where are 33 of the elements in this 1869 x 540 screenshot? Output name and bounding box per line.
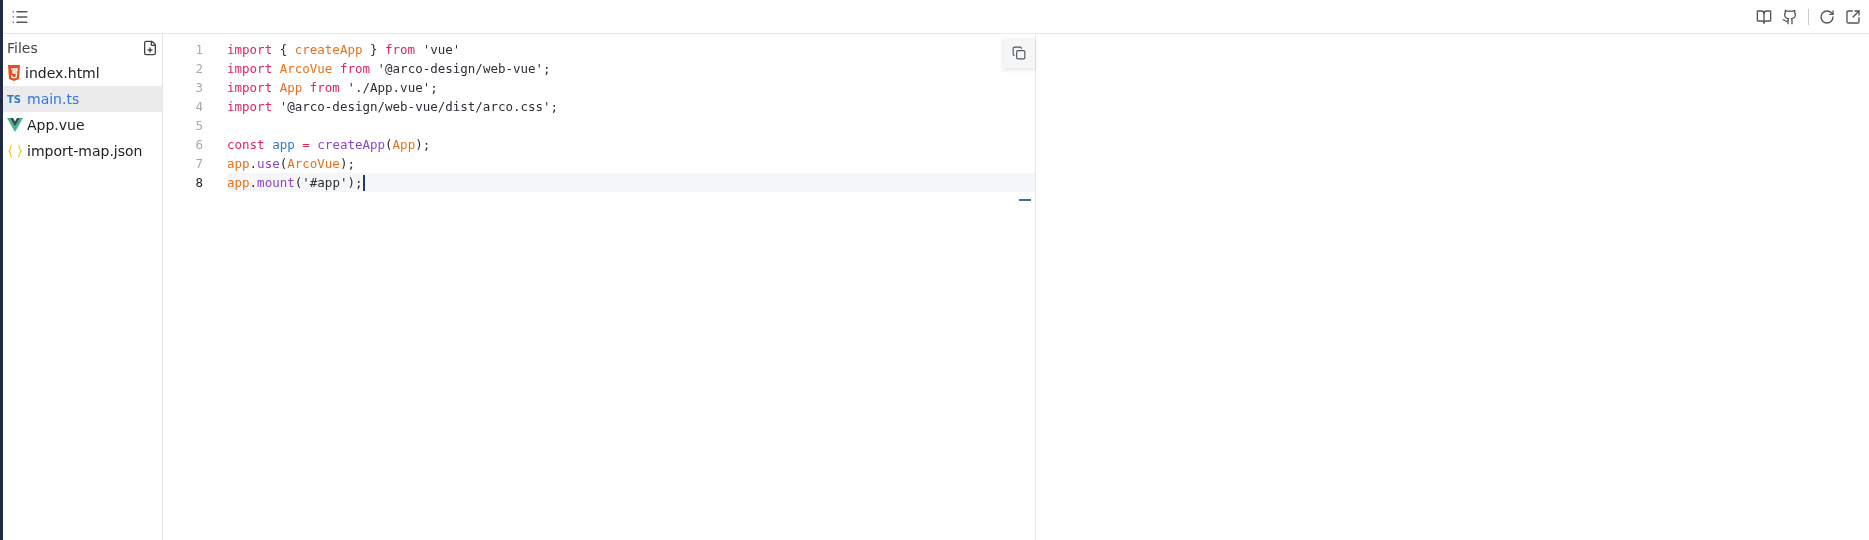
code-line: import '@arco-design/web-vue/dist/arco.css'; xyxy=(227,99,559,114)
files-title: Files xyxy=(7,40,38,56)
code-line: app.use(ArcoVue); xyxy=(227,156,355,171)
file-item[interactable]: TS main.ts xyxy=(3,86,162,112)
vue-logo-icon xyxy=(7,118,23,132)
copy-icon xyxy=(1012,46,1026,60)
typescript-label: TS xyxy=(7,93,23,105)
line-number: 4 xyxy=(194,99,204,114)
github-icon[interactable] xyxy=(1782,8,1798,25)
scrollbar-marker xyxy=(1019,199,1031,201)
text-cursor xyxy=(362,174,365,191)
line-number: 6 xyxy=(194,137,204,152)
line-number: 8 xyxy=(194,175,204,190)
code-line: const app = createApp(App); xyxy=(227,137,431,152)
open-external-icon[interactable] xyxy=(1845,8,1861,25)
code-line: app.mount('#app'); xyxy=(227,175,363,190)
refresh-icon[interactable] xyxy=(1819,8,1835,25)
line-number: 5 xyxy=(194,118,204,133)
line-number: 7 xyxy=(194,156,204,171)
braces-icon xyxy=(7,143,23,159)
line-number: 2 xyxy=(194,61,204,76)
html-file-icon xyxy=(7,65,21,81)
code-line: import App from './App.vue'; xyxy=(227,80,438,95)
code-line: import { createApp } from 'vue' xyxy=(227,42,461,57)
line-number: 3 xyxy=(194,80,204,95)
code-line: import ArcoVue from '@arco-design/web-vue'; xyxy=(227,61,551,76)
new-file-icon[interactable] xyxy=(142,40,158,56)
file-item[interactable]: index.html xyxy=(3,60,162,86)
file-item[interactable]: import-map.json xyxy=(3,138,162,164)
copy-button[interactable] xyxy=(1003,38,1035,68)
line-number: 1 xyxy=(194,42,204,57)
book-icon[interactable] xyxy=(1756,8,1772,25)
file-item[interactable]: App.vue xyxy=(3,112,162,138)
